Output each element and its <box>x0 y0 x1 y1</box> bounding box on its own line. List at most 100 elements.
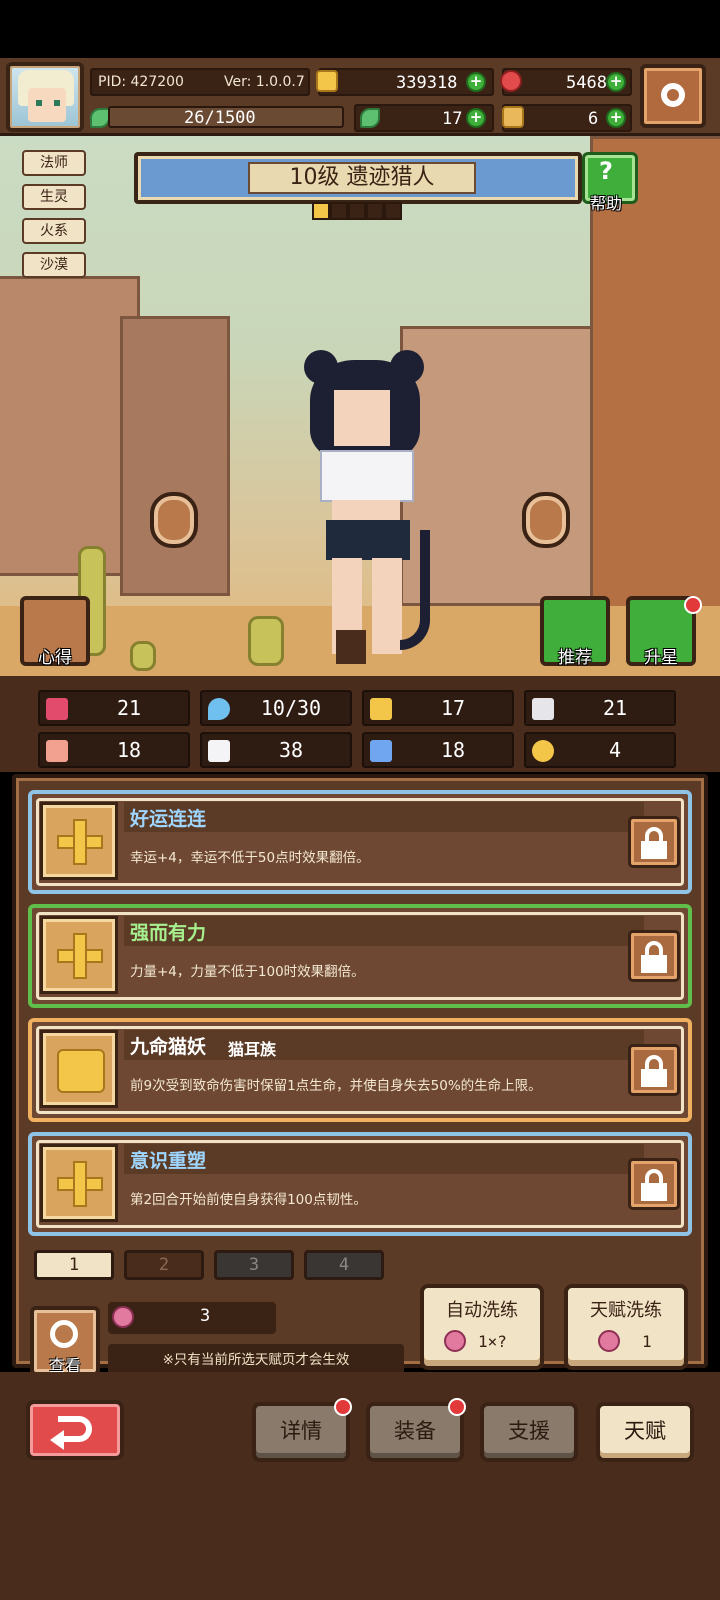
talent-page-tab-2[interactable]: 2 <box>124 1250 204 1280</box>
auto-refine-label: 自动洗练 <box>446 1300 518 1321</box>
gear-icon <box>661 83 685 107</box>
stats-panel: 21 10/30 17 21 18 38 18 4 <box>0 676 720 772</box>
talent-desc: 前9次受到致命伤害时保留1点生命，并使自身失去50%的生命上限。 <box>130 1078 542 1094</box>
prev-hero-button[interactable] <box>150 492 198 548</box>
lock-button[interactable] <box>628 930 680 982</box>
stat-strength: 18 <box>38 732 190 768</box>
wing-icon <box>532 698 554 720</box>
tag-class: 法师 <box>22 150 86 176</box>
next-hero-button[interactable] <box>522 492 570 548</box>
gold-amount: 339318 <box>396 73 458 93</box>
star-rating <box>312 202 404 222</box>
plus-cross-icon <box>40 916 118 994</box>
stat-speed: 21 <box>524 690 676 726</box>
talent-subtitle: 猫耳族 <box>228 1040 277 1059</box>
boot-icon <box>370 740 392 762</box>
nav-support-button[interactable]: 支援 <box>480 1402 578 1462</box>
auto-refine-cost: 1×? <box>478 1332 507 1351</box>
cat-face-icon <box>40 1030 118 1108</box>
stat-defense: 17 <box>362 690 514 726</box>
tag-terrain: 沙漠 <box>22 252 86 278</box>
gem-amount: 5468 <box>566 73 607 93</box>
talent-refine-button[interactable]: 天赋洗练 1 <box>564 1284 688 1370</box>
talent-name: 好运连连 <box>130 808 207 830</box>
stat-mana: 10/30 <box>200 690 352 726</box>
talent-card[interactable]: 九命猫妖 猫耳族 前9次受到致命伤害时保留1点生命，并使自身失去50%的生命上限… <box>28 1018 692 1122</box>
version-text: Ver: 1.0.0.7 <box>224 74 305 90</box>
lock-button[interactable] <box>628 1044 680 1096</box>
star-icon <box>312 202 330 220</box>
plus-cross-icon <box>40 1144 118 1222</box>
insight-label: 心得 <box>38 648 72 668</box>
peach-icon <box>112 1306 134 1328</box>
gold-coin-icon <box>316 70 338 92</box>
peach-count-box: 3 <box>108 1302 276 1334</box>
add-gold-button[interactable]: + <box>466 72 486 92</box>
star-icon <box>348 202 366 220</box>
auto-refine-button[interactable]: 自动洗练 1×? <box>420 1284 544 1370</box>
add-food-button[interactable]: + <box>606 108 626 128</box>
recommend-label: 推荐 <box>558 648 592 668</box>
talent-page-tab-1[interactable]: 1 <box>34 1250 114 1280</box>
lock-button[interactable] <box>628 816 680 868</box>
horseshoe-icon <box>532 740 554 762</box>
talent-name: 九命猫妖 <box>130 1036 207 1058</box>
question-icon: ? <box>599 157 613 185</box>
talent-card[interactable]: 强而有力 力量+4，力量不低于100时效果翻倍。 <box>28 904 692 1008</box>
exp-bar: 26/1500 <box>108 106 344 128</box>
food-amount: 6 <box>588 109 599 129</box>
star-icon <box>366 202 384 220</box>
upgrade-label: 升星 <box>644 648 678 668</box>
stat-hp: 21 <box>38 690 190 726</box>
talent-desc: 幸运+4，幸运不低于50点时效果翻倍。 <box>130 850 370 866</box>
notification-dot <box>684 596 702 614</box>
player-avatar[interactable] <box>6 62 84 132</box>
hero-title-banner: 10级 遗迹猎人 <box>134 152 582 204</box>
insight-button[interactable]: 心得 <box>20 596 90 668</box>
food-row: 6 + <box>502 104 632 132</box>
hero-title: 10级 遗迹猎人 <box>248 162 476 194</box>
heart-icon <box>46 698 68 720</box>
star-icon <box>384 202 402 220</box>
talent-refine-label: 天赋洗练 <box>590 1300 662 1321</box>
plus-cross-icon <box>40 802 118 880</box>
stat-intellect: 38 <box>200 732 352 768</box>
stat-agility: 18 <box>362 732 514 768</box>
water-drop-icon <box>208 698 230 720</box>
stat-luck: 4 <box>524 732 676 768</box>
exp-text: 26/1500 <box>184 108 256 128</box>
book-icon <box>208 740 230 762</box>
add-clover-button[interactable]: + <box>466 108 486 128</box>
gold-row: 339318 + <box>316 68 494 96</box>
details-notification-dot <box>334 1398 352 1416</box>
view-button[interactable]: 查看 <box>30 1306 100 1376</box>
clover-amount: 17 <box>442 109 463 129</box>
talent-page-tab-4[interactable]: 4 <box>304 1250 384 1280</box>
help-label: 帮助 <box>590 194 623 213</box>
back-button[interactable] <box>26 1400 124 1460</box>
talent-name: 强而有力 <box>130 922 207 944</box>
pid-version-row: PID: 427200 Ver: 1.0.0.7 <box>90 68 310 96</box>
gem-row: 5468 + <box>500 68 632 96</box>
pid-text: PID: 427200 <box>98 74 184 90</box>
tag-element: 火系 <box>22 218 86 244</box>
talent-desc: 第2回合开始前使自身获得100点韧性。 <box>130 1192 367 1208</box>
talent-desc: 力量+4，力量不低于100时效果翻倍。 <box>130 964 365 980</box>
settings-button[interactable] <box>640 64 706 128</box>
lock-button[interactable] <box>628 1158 680 1210</box>
shield-icon <box>370 698 392 720</box>
fist-icon <box>46 740 68 762</box>
star-icon <box>330 202 348 220</box>
talent-page-tab-3[interactable]: 3 <box>214 1250 294 1280</box>
nav-talent-button[interactable]: 天赋 <box>596 1402 694 1462</box>
add-gem-button[interactable]: + <box>606 72 626 92</box>
talent-card[interactable]: 好运连连 幸运+4，幸运不低于50点时效果翻倍。 <box>28 790 692 894</box>
peach-count: 3 <box>200 1306 211 1326</box>
ruby-gem-icon <box>500 70 522 92</box>
talent-card[interactable]: 意识重塑 第2回合开始前使自身获得100点韧性。 <box>28 1132 692 1236</box>
recommend-button[interactable]: 推荐 <box>540 596 610 668</box>
peach-icon <box>444 1330 466 1352</box>
clover-icon <box>360 108 380 128</box>
tag-race: 生灵 <box>22 184 86 210</box>
status-bar <box>0 0 720 58</box>
